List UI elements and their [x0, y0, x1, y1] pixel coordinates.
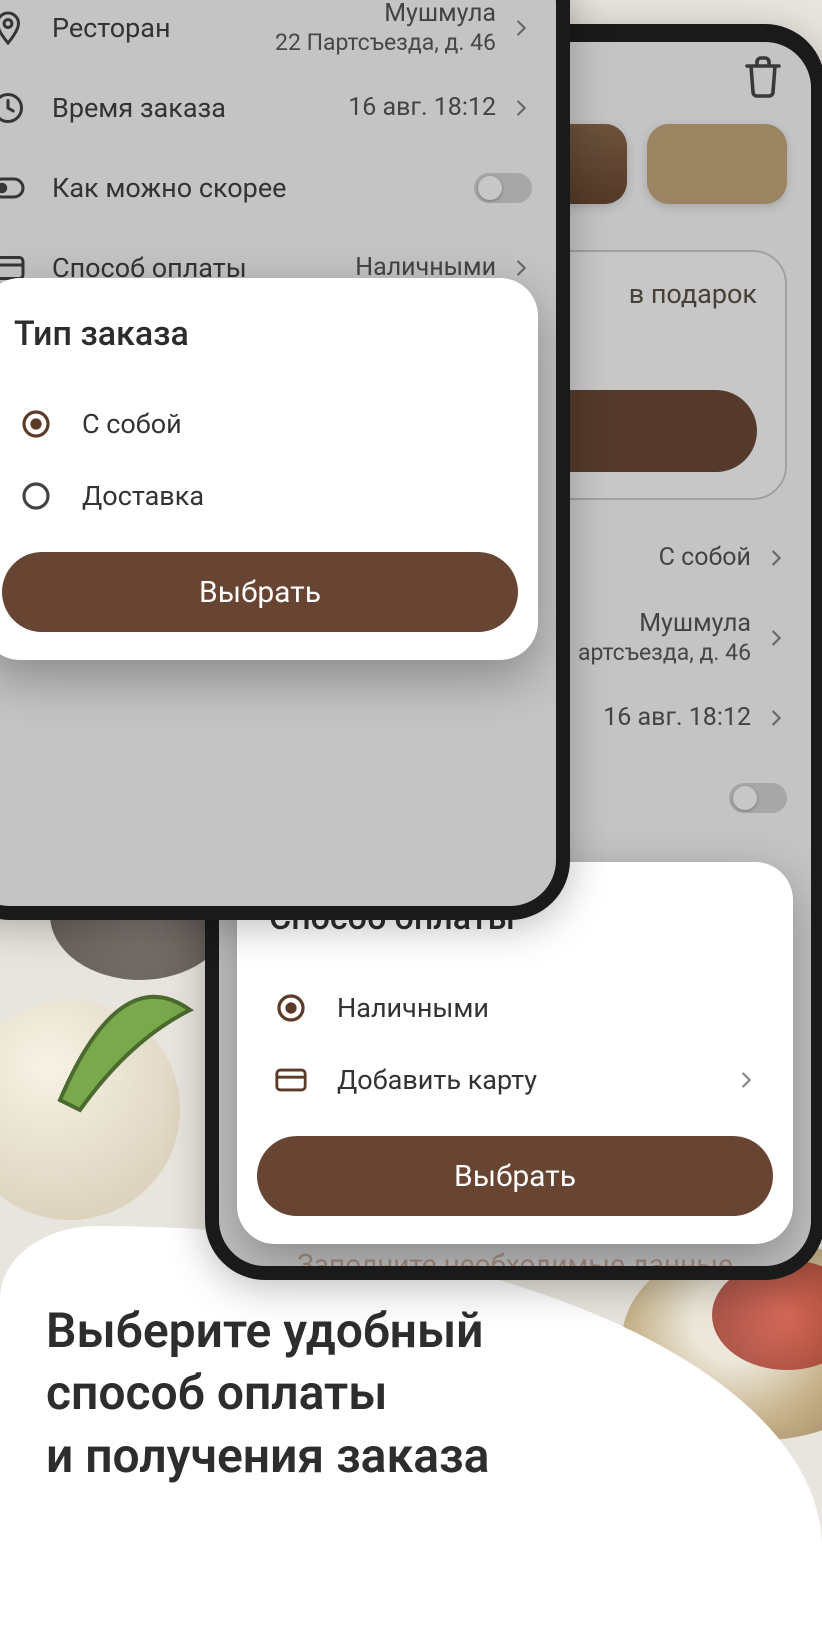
promo-card-2[interactable] [647, 124, 787, 204]
row-order-type-value: С собой [659, 543, 751, 573]
radio-selected-icon [273, 990, 309, 1026]
payment-option-add-card-label: Добавить карту [337, 1064, 735, 1096]
payment-option-add-card[interactable]: Добавить карту [257, 1044, 773, 1116]
payment-option-cash[interactable]: Наличными [257, 972, 773, 1044]
caption-line-1: Выберите удобный [46, 1302, 483, 1359]
asap-toggle[interactable] [729, 783, 787, 813]
order-type-modal: Тип заказа С собой Доставка Выбрать [0, 278, 538, 660]
caption-line-2: способ оплаты [46, 1364, 387, 1421]
order-type-option-delivery-label: Доставка [82, 480, 204, 512]
order-type-option-takeaway[interactable]: С собой [2, 388, 518, 460]
row-time-label: Время заказа [52, 92, 348, 124]
payment-option-cash-label: Наличными [337, 992, 489, 1024]
pin-icon [0, 8, 28, 48]
leaf-illustration [10, 940, 230, 1140]
order-type-option-delivery[interactable]: Доставка [2, 460, 518, 532]
radio-selected-icon [18, 406, 54, 442]
row-restaurant-label: Ресторан [52, 12, 275, 44]
chevron-right-icon [510, 257, 532, 279]
payment-select-label: Выбрать [454, 1159, 576, 1194]
order-type-select-button[interactable]: Выбрать [2, 552, 518, 632]
radio-unselected-icon [18, 478, 54, 514]
trash-icon [739, 52, 787, 100]
card-icon [273, 1062, 309, 1098]
row-restaurant[interactable]: Ресторан Мушмула 22 Партсъезда, д. 46 [0, 0, 556, 68]
chevron-right-icon [510, 17, 532, 39]
row-time[interactable]: Время заказа 16 авг. 18:12 [0, 68, 556, 148]
row-time-value: 16 авг. 18:12 [348, 93, 496, 123]
chevron-right-icon [510, 97, 532, 119]
asap-toggle[interactable] [474, 173, 532, 203]
trash-button[interactable] [739, 52, 787, 100]
footer-hint: Заполните необходимые данные [219, 1248, 811, 1266]
row-asap-label: Как можно скорее [52, 172, 474, 204]
row-asap[interactable]: Как можно скорее [0, 148, 556, 228]
chevron-right-icon [765, 627, 787, 649]
chevron-right-icon [765, 547, 787, 569]
row-restaurant-value: Мушмула 22 Партсъезда, д. 46 [275, 0, 496, 57]
row-time-value: 16 авг. 18:12 [603, 703, 751, 733]
chevron-right-icon [765, 707, 787, 729]
payment-select-button[interactable]: Выбрать [257, 1136, 773, 1216]
clock-icon [0, 88, 28, 128]
phone-frame-1: Ресторан Мушмула 22 Партсъезда, д. 46 Вр… [0, 0, 570, 920]
order-type-option-takeaway-label: С собой [82, 408, 182, 440]
order-type-title: Тип заказа [14, 314, 506, 354]
caption-line-3: и получения заказа [46, 1427, 489, 1484]
row-restaurant-value: Мушмула артсъезда, д. 46 [578, 609, 751, 667]
order-type-select-label: Выбрать [199, 575, 321, 610]
toggle-icon [0, 168, 28, 208]
chevron-right-icon [735, 1069, 757, 1091]
